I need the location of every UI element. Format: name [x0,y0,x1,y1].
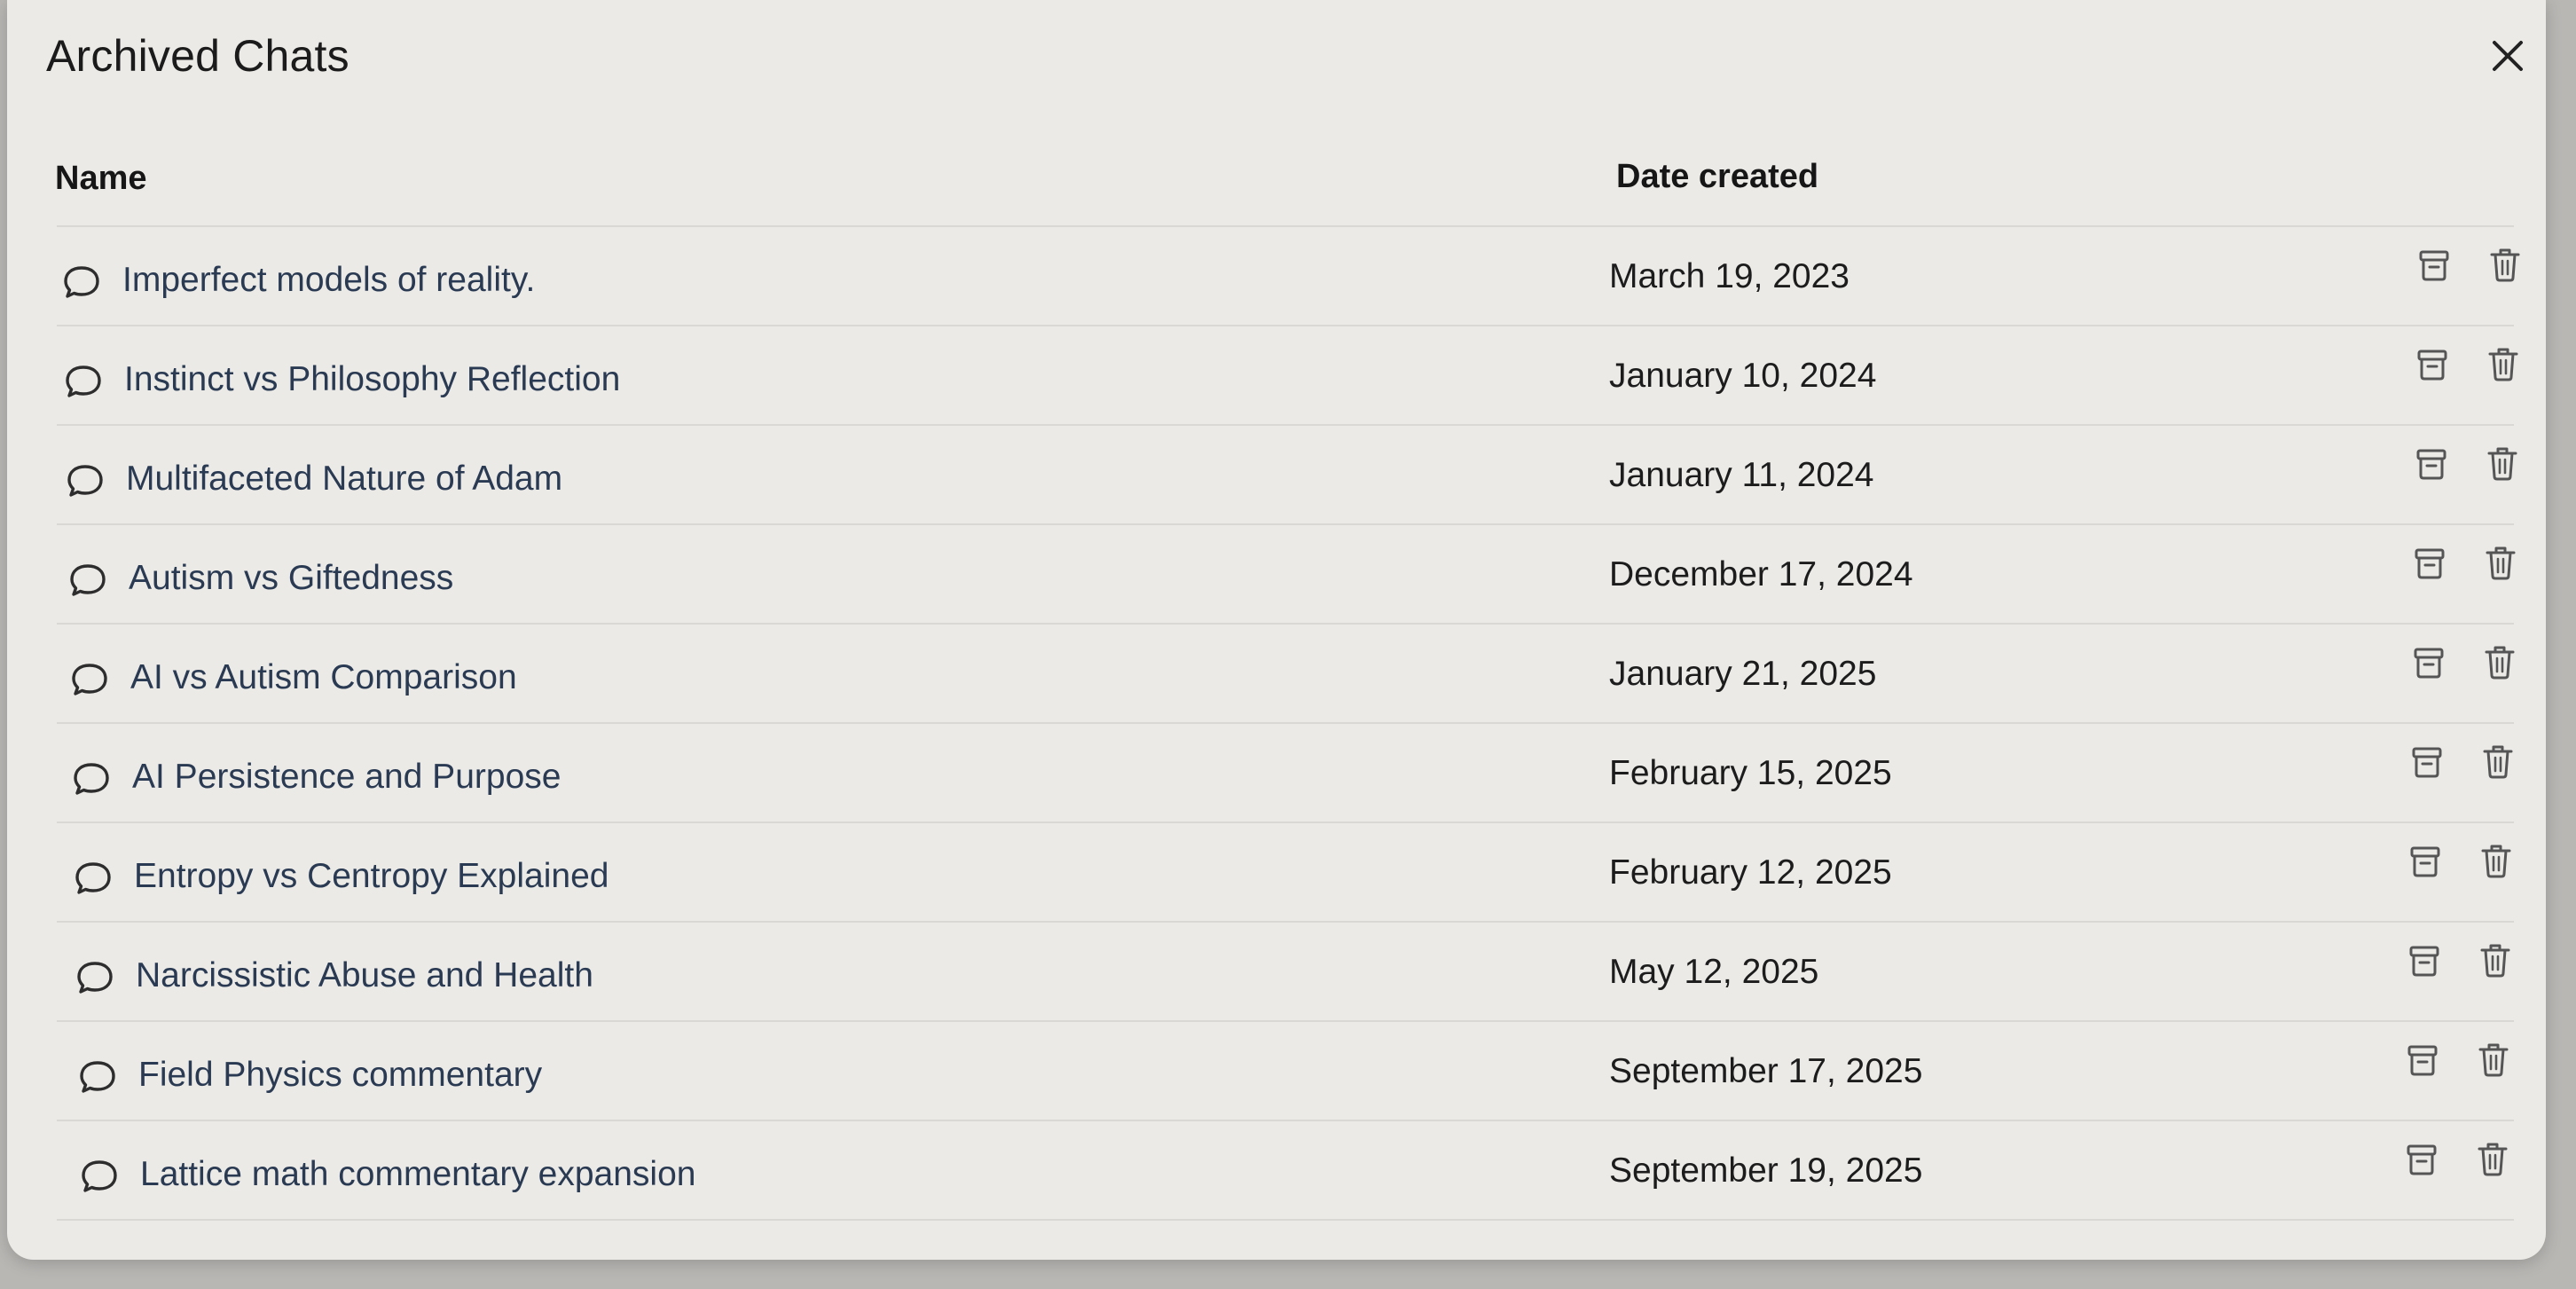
unarchive-button[interactable] [2407,940,2442,979]
unarchive-icon [2407,1144,2437,1175]
chat-title-link[interactable]: AI Persistence and Purpose [132,758,561,797]
unarchive-button[interactable] [2407,841,2443,880]
chat-date: March 19, 2023 [1609,257,1850,295]
unarchive-icon [2409,946,2439,977]
unarchive-button[interactable] [2416,245,2452,284]
unarchive-icon [2407,1045,2438,1076]
unarchive-icon [2417,350,2447,381]
chat-title-link[interactable]: AI vs Autism Comparison [130,658,517,697]
delete-button[interactable] [2476,1040,2511,1079]
chat-bubble-icon [77,962,113,994]
chat-bubble-icon [75,862,111,894]
trash-icon [2483,745,2513,779]
chat-date: February 15, 2025 [1609,754,1892,792]
chat-title-link[interactable]: Lattice math commentary expansion [140,1155,695,1194]
delete-button[interactable] [2482,642,2517,681]
trash-icon [2487,447,2517,481]
chat-date: February 12, 2025 [1609,853,1892,892]
delete-button[interactable] [2480,742,2516,781]
unarchive-button[interactable] [2415,344,2450,383]
table-row[interactable]: Imperfect models of reality. March 19, 20… [7,227,2546,326]
trash-icon [2481,845,2511,878]
table-row[interactable]: Narcissistic Abuse and Health May 12, 202… [7,923,2546,1022]
column-header-date: Date created [1616,158,1819,195]
table-header: Name Date created [46,158,2512,224]
chat-title-link[interactable]: Field Physics commentary [138,1056,542,1095]
chat-title-link[interactable]: Autism vs Giftedness [129,559,453,598]
unarchive-icon [2419,250,2449,281]
chat-bubble-icon [64,266,99,298]
unarchive-button[interactable] [2404,1139,2439,1178]
chat-date: January 11, 2024 [1609,456,1874,494]
unarchive-button[interactable] [2414,444,2449,483]
unarchive-icon [2415,548,2445,579]
chat-date: January 10, 2024 [1609,357,1877,395]
trash-icon [2485,646,2515,680]
table-row[interactable]: AI vs Autism Comparison January 21, 2025 [7,625,2546,724]
chat-bubble-icon [82,1160,117,1192]
chat-bubble-icon [66,365,101,397]
unarchive-button[interactable] [2405,1040,2440,1079]
chat-bubble-icon [74,763,109,795]
close-button[interactable] [2487,35,2528,76]
chat-date: May 12, 2025 [1609,953,1819,991]
delete-button[interactable] [2486,344,2521,383]
delete-button[interactable] [2483,543,2518,582]
chat-title-link[interactable]: Imperfect models of reality. [122,261,535,300]
chat-bubble-icon [80,1061,115,1093]
unarchive-icon [2412,747,2442,778]
delete-button[interactable] [2487,245,2523,284]
unarchive-icon [2416,449,2446,480]
delete-button[interactable] [2478,940,2513,979]
table-row[interactable]: Entropy vs Centropy Explained February 12… [7,823,2546,923]
table-row[interactable]: Autism vs Giftedness December 17, 2024 [7,525,2546,625]
chat-date: December 17, 2024 [1609,555,1913,593]
table-row[interactable]: Multifaceted Nature of Adam January 11, 2… [7,426,2546,525]
chat-date: January 21, 2025 [1609,655,1877,693]
column-header-name: Name [55,160,147,197]
chat-title-link[interactable]: Narcissistic Abuse and Health [136,956,593,995]
unarchive-icon [2410,846,2440,877]
trash-icon [2478,1043,2509,1077]
unarchive-button[interactable] [2409,742,2445,781]
table-row[interactable]: Lattice math commentary expansion Septemb… [7,1121,2546,1221]
row-divider [57,1219,2514,1221]
unarchive-button[interactable] [2412,543,2447,582]
unarchive-icon [2414,648,2444,679]
unarchive-button[interactable] [2411,642,2446,681]
trash-icon [2488,348,2518,381]
dialog-title: Archived Chats [46,31,349,81]
chat-title-link[interactable]: Multifaceted Nature of Adam [126,460,562,499]
trash-icon [2480,944,2510,978]
table-row[interactable]: Field Physics commentary September 17, 20… [7,1022,2546,1121]
chat-bubble-icon [70,564,106,596]
delete-button[interactable] [2478,841,2514,880]
chat-date: September 19, 2025 [1609,1151,1923,1190]
archived-chats-dialog: Archived Chats Name Date created Imperfe… [7,0,2546,1260]
delete-button[interactable] [2475,1139,2510,1178]
chat-date: September 17, 2025 [1609,1052,1923,1090]
close-icon [2493,41,2523,71]
chat-bubble-icon [67,465,103,497]
trash-icon [2490,248,2520,282]
trash-icon [2486,546,2516,580]
chat-title-link[interactable]: Instinct vs Philosophy Reflection [124,360,620,399]
table-row[interactable]: AI Persistence and Purpose February 15, 2… [7,724,2546,823]
chat-bubble-icon [72,664,107,696]
trash-icon [2478,1143,2508,1176]
chat-title-link[interactable]: Entropy vs Centropy Explained [134,857,609,896]
delete-button[interactable] [2485,444,2520,483]
table-row[interactable]: Instinct vs Philosophy Reflection January… [7,326,2546,426]
